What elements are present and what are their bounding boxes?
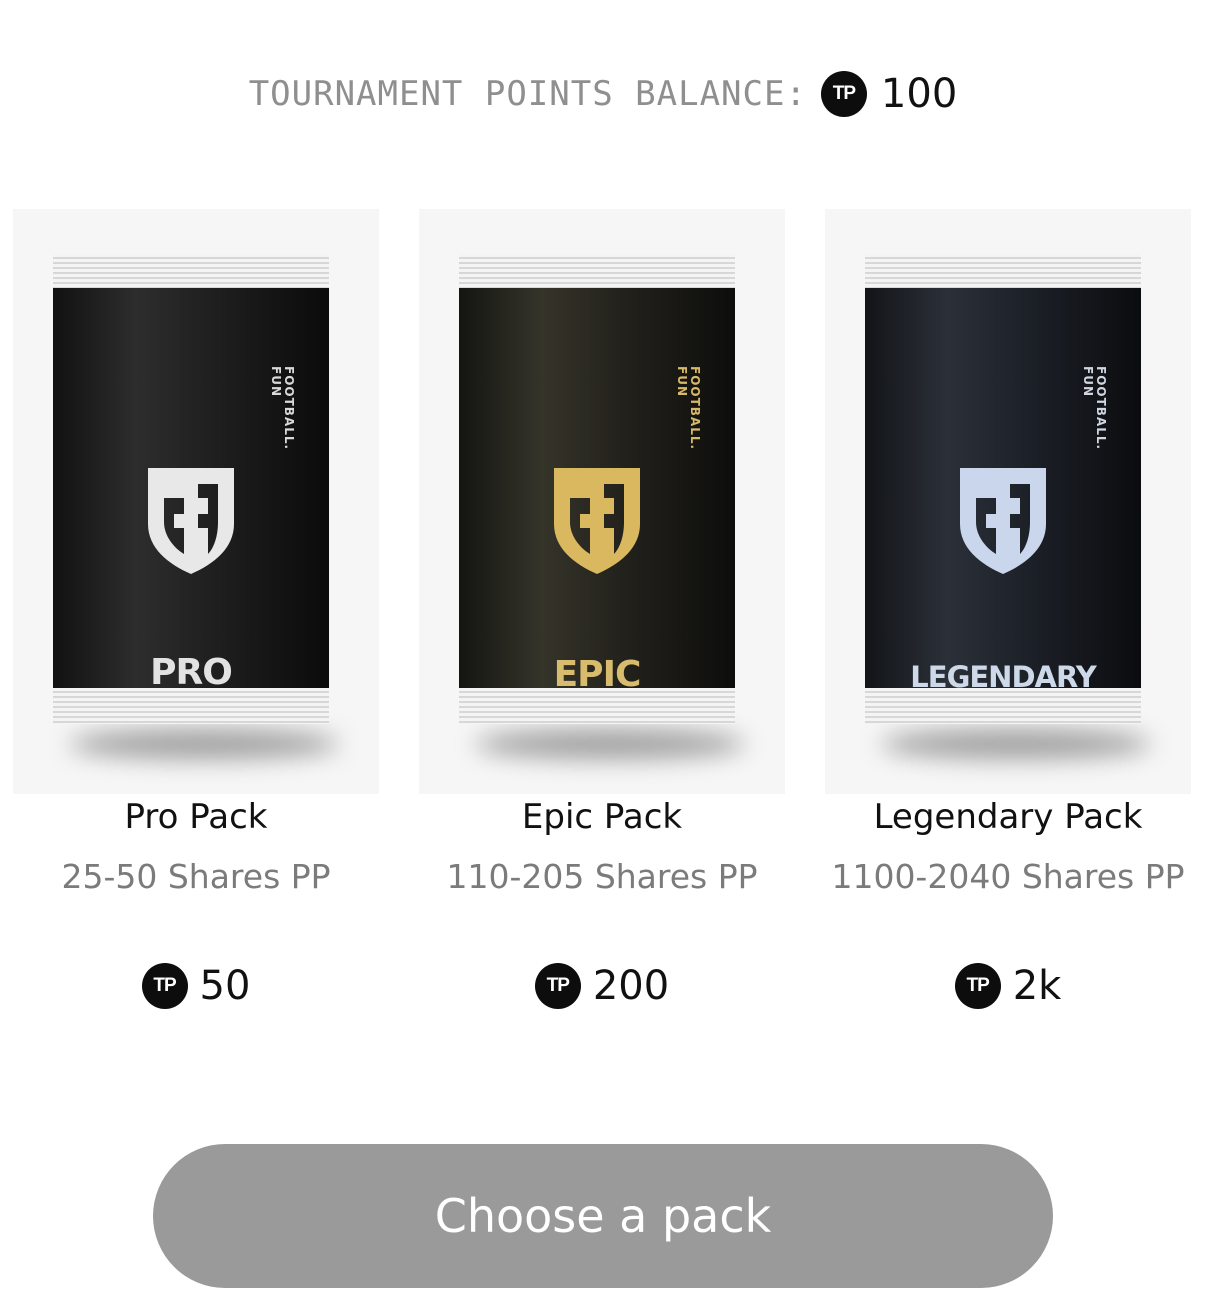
sachet-brand-text: FOOTBALL. FUN xyxy=(269,366,296,451)
sachet-body: FOOTBALL. FUN PRO xyxy=(53,288,329,693)
pack-sachet: FOOTBALL. FUN EPIC xyxy=(459,254,735,724)
pack-title: Legendary Pack xyxy=(873,797,1143,837)
sachet-body: FOOTBALL. FUN EPIC xyxy=(459,288,735,695)
pack-price: TP 200 xyxy=(399,960,805,1012)
pack-title: Pro Pack xyxy=(124,797,268,837)
tp-coin-icon: TP xyxy=(954,963,1001,1009)
pack-shares: 110-205 Shares PP xyxy=(446,857,758,896)
sachet-brand-text: FOOTBALL. FUN xyxy=(1081,366,1108,451)
sachet-crimp-bottom xyxy=(459,688,735,724)
sachet-label: PRO xyxy=(150,652,233,693)
pack-image[interactable]: FOOTBALL. FUN EPIC xyxy=(419,209,785,794)
sachet-crimp-top xyxy=(53,254,329,290)
pack-price: TP 2k xyxy=(805,960,1206,1012)
sachet-crimp-top xyxy=(865,254,1141,290)
pack-sachet: FOOTBALL. FUN LEGENDARY xyxy=(865,254,1141,724)
pack-card-pro[interactable]: FOOTBALL. FUN PRO Pro Pack 25-50 Shares … xyxy=(0,205,399,1035)
sachet-crimp-top xyxy=(459,254,735,290)
sachet-crimp-bottom xyxy=(865,688,1141,724)
football-fun-logo-icon xyxy=(960,468,1046,574)
choose-pack-button[interactable]: Choose a pack xyxy=(153,1144,1053,1288)
sachet-body: FOOTBALL. FUN LEGENDARY xyxy=(865,288,1141,694)
pack-image[interactable]: FOOTBALL. FUN PRO xyxy=(13,209,379,794)
tp-coin-icon: TP xyxy=(141,963,188,1009)
balance-value: 100 xyxy=(880,71,958,117)
balance-header: TOURNAMENT POINTS BALANCE: TP 100 xyxy=(0,66,1206,122)
pack-sachet: FOOTBALL. FUN PRO xyxy=(53,254,329,724)
tp-coin-icon: TP xyxy=(820,71,867,117)
pack-title: Epic Pack xyxy=(521,797,683,837)
pack-price: TP 50 xyxy=(0,960,399,1012)
tp-coin-icon: TP xyxy=(534,963,581,1009)
price-value: 50 xyxy=(199,963,251,1009)
pack-list: FOOTBALL. FUN PRO Pro Pack 25-50 Shares … xyxy=(0,205,1206,1035)
balance-label: TOURNAMENT POINTS BALANCE: xyxy=(248,74,807,114)
football-fun-logo-icon xyxy=(148,468,234,574)
pack-shadow xyxy=(475,729,745,759)
price-value: 2k xyxy=(1012,963,1062,1009)
pack-shares: 1100-2040 Shares PP xyxy=(831,857,1185,896)
pack-image[interactable]: FOOTBALL. FUN LEGENDARY xyxy=(825,209,1191,794)
pack-shadow xyxy=(881,729,1151,759)
football-fun-logo-icon xyxy=(554,468,640,574)
pack-shares: 25-50 Shares PP xyxy=(61,857,331,896)
pack-shadow xyxy=(69,729,339,759)
sachet-brand-text: FOOTBALL. FUN xyxy=(675,366,702,451)
pack-card-epic[interactable]: FOOTBALL. FUN EPIC Epic Pack 110-205 Sha… xyxy=(399,205,805,1035)
price-value: 200 xyxy=(592,963,670,1009)
sachet-crimp-bottom xyxy=(53,688,329,724)
pack-card-legendary[interactable]: FOOTBALL. FUN LEGENDARY Legendary Pack 1… xyxy=(805,205,1206,1035)
